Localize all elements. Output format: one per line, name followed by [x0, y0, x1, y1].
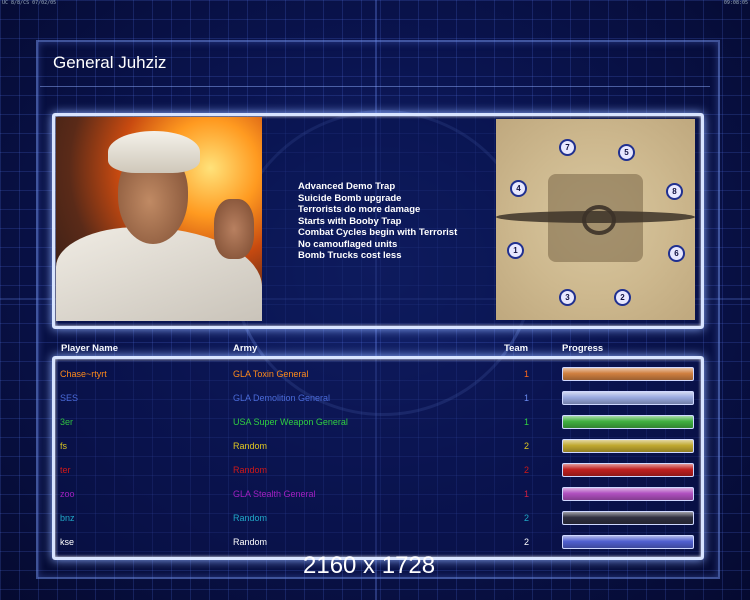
trait-item: Terrorists do more damage — [298, 204, 421, 215]
start-position-1: 1 — [507, 242, 524, 259]
player-name: Chase~rtyrt — [60, 369, 107, 379]
player-name: ter — [60, 465, 71, 475]
general-portrait — [56, 117, 262, 321]
column-header-player-name: Player Name — [61, 343, 119, 354]
player-progress-bar — [562, 535, 694, 549]
players-panel — [52, 356, 704, 560]
player-name: kse — [60, 537, 75, 547]
title-divider — [40, 86, 710, 87]
player-army: GLA Toxin General — [233, 369, 309, 379]
player-row: ter Random 2 — [60, 462, 700, 480]
player-progress-bar — [562, 391, 694, 405]
player-progress-bar — [562, 367, 694, 381]
map-preview: 7 5 4 8 1 6 3 2 — [496, 119, 695, 320]
player-progress-bar — [562, 415, 694, 429]
player-army: Random — [233, 513, 268, 523]
player-team: 1 — [523, 369, 529, 379]
column-header-progress: Progress — [562, 343, 604, 354]
map-center-ring — [582, 205, 616, 235]
player-progress-bar — [562, 487, 694, 501]
player-army: Random — [233, 441, 268, 451]
trait-item: Advanced Demo Trap — [298, 181, 396, 192]
player-row: zoo GLA Stealth General 1 — [60, 486, 700, 504]
start-position-2: 2 — [614, 289, 631, 306]
player-name: bnz — [60, 513, 75, 523]
player-team: 1 — [523, 489, 529, 499]
start-position-8: 8 — [666, 183, 683, 200]
column-header-team: Team — [504, 343, 529, 354]
player-name: fs — [60, 441, 68, 451]
player-army: Random — [233, 465, 268, 475]
start-position-3: 3 — [559, 289, 576, 306]
player-name: SES — [60, 393, 79, 403]
general-traits-list: Advanced Demo Trap Suicide Bomb upgrade … — [298, 181, 457, 262]
player-row: fs Random 2 — [60, 438, 700, 456]
player-row: bnz Random 2 — [60, 510, 700, 528]
portrait-turban — [108, 131, 200, 173]
player-team: 2 — [523, 537, 529, 547]
player-army: GLA Stealth General — [233, 489, 316, 499]
player-army: Random — [233, 537, 268, 547]
column-header-army: Army — [233, 343, 258, 354]
player-team: 2 — [523, 513, 529, 523]
trait-item: Bomb Trucks cost less — [298, 250, 402, 261]
trait-item: Starts with Booby Trap — [298, 215, 402, 227]
player-name: 3er — [60, 417, 74, 427]
status-left: UC 8/8/CS 07/02/05 — [2, 0, 57, 6]
player-row: kse Random 2 — [60, 534, 700, 552]
trait-item: Combat Cycles begin with Terrorist — [298, 227, 458, 238]
player-row: 3er USA Super Weapon General 1 — [60, 414, 700, 432]
player-progress-bar — [562, 511, 694, 525]
player-army: GLA Demolition General — [233, 393, 331, 403]
start-position-5: 5 — [618, 144, 635, 161]
status-bar: UC 8/8/CS 07/02/05 09:08:05 — [0, 0, 750, 8]
trait-item: No camouflaged units — [298, 238, 398, 250]
status-right: 09:08:05 — [723, 0, 748, 6]
player-team: 2 — [523, 465, 529, 475]
player-row: SES GLA Demolition General 1 — [60, 390, 700, 408]
start-position-4: 4 — [510, 180, 527, 197]
general-title: General Juhziz — [53, 53, 167, 72]
player-team: 1 — [523, 393, 529, 403]
player-progress-bar — [562, 439, 694, 453]
player-team: 2 — [523, 441, 529, 451]
start-position-7: 7 — [559, 139, 576, 156]
player-progress-bar — [562, 463, 694, 477]
player-army: USA Super Weapon General — [233, 417, 348, 427]
trait-item: Suicide Bomb upgrade — [298, 192, 402, 204]
player-name: zoo — [60, 489, 75, 499]
player-team: 1 — [523, 417, 529, 427]
start-position-6: 6 — [668, 245, 685, 262]
player-row: Chase~rtyrt GLA Toxin General 1 — [60, 366, 700, 384]
portrait-hand — [214, 199, 254, 259]
resolution-label: 2160 x 1728 — [303, 552, 436, 579]
